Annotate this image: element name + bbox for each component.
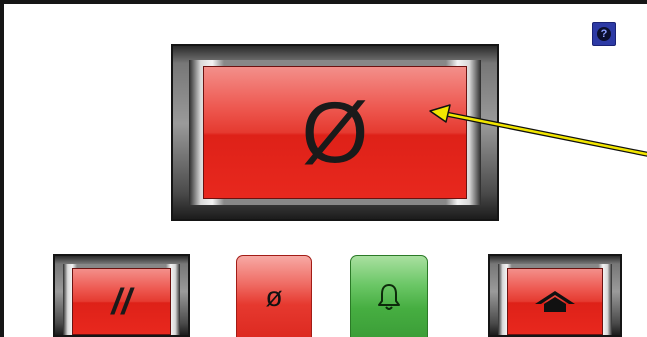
help-button[interactable]: ? bbox=[592, 22, 616, 46]
button-bezel bbox=[498, 264, 612, 335]
bell-icon bbox=[378, 283, 400, 310]
button-bezel: Ø bbox=[189, 60, 481, 205]
alarm-button[interactable] bbox=[350, 255, 428, 337]
main-stop-label: Ø bbox=[203, 66, 467, 199]
stop-label: ø bbox=[265, 280, 283, 312]
main-stop-button[interactable]: Ø bbox=[171, 44, 499, 221]
home-icon bbox=[535, 290, 575, 312]
home-button[interactable] bbox=[488, 254, 622, 337]
stop-button[interactable]: ø bbox=[236, 255, 312, 337]
button-bezel: // bbox=[63, 264, 180, 335]
help-icon: ? bbox=[597, 27, 611, 41]
pause-button[interactable]: // bbox=[53, 254, 190, 337]
pause-label: // bbox=[72, 268, 171, 335]
home-face bbox=[507, 268, 603, 335]
